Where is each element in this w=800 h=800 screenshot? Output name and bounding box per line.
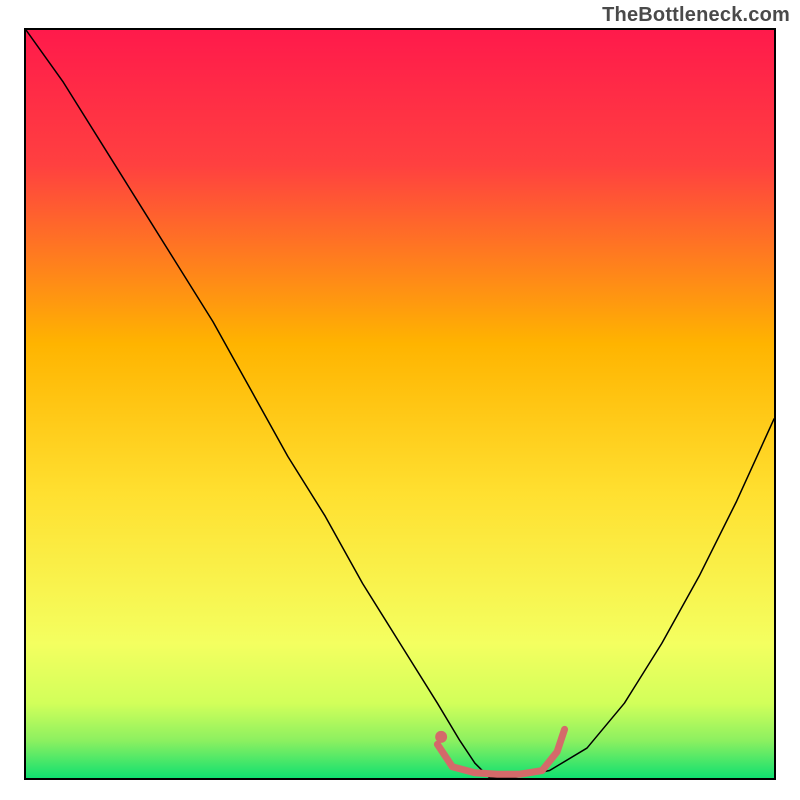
chart-svg xyxy=(26,30,774,778)
optimal-marker xyxy=(435,731,447,743)
watermark-text: TheBottleneck.com xyxy=(602,4,790,27)
chart-canvas: TheBottleneck.com xyxy=(0,0,800,800)
plot-frame xyxy=(24,28,776,780)
bottleneck-curve xyxy=(26,30,774,778)
